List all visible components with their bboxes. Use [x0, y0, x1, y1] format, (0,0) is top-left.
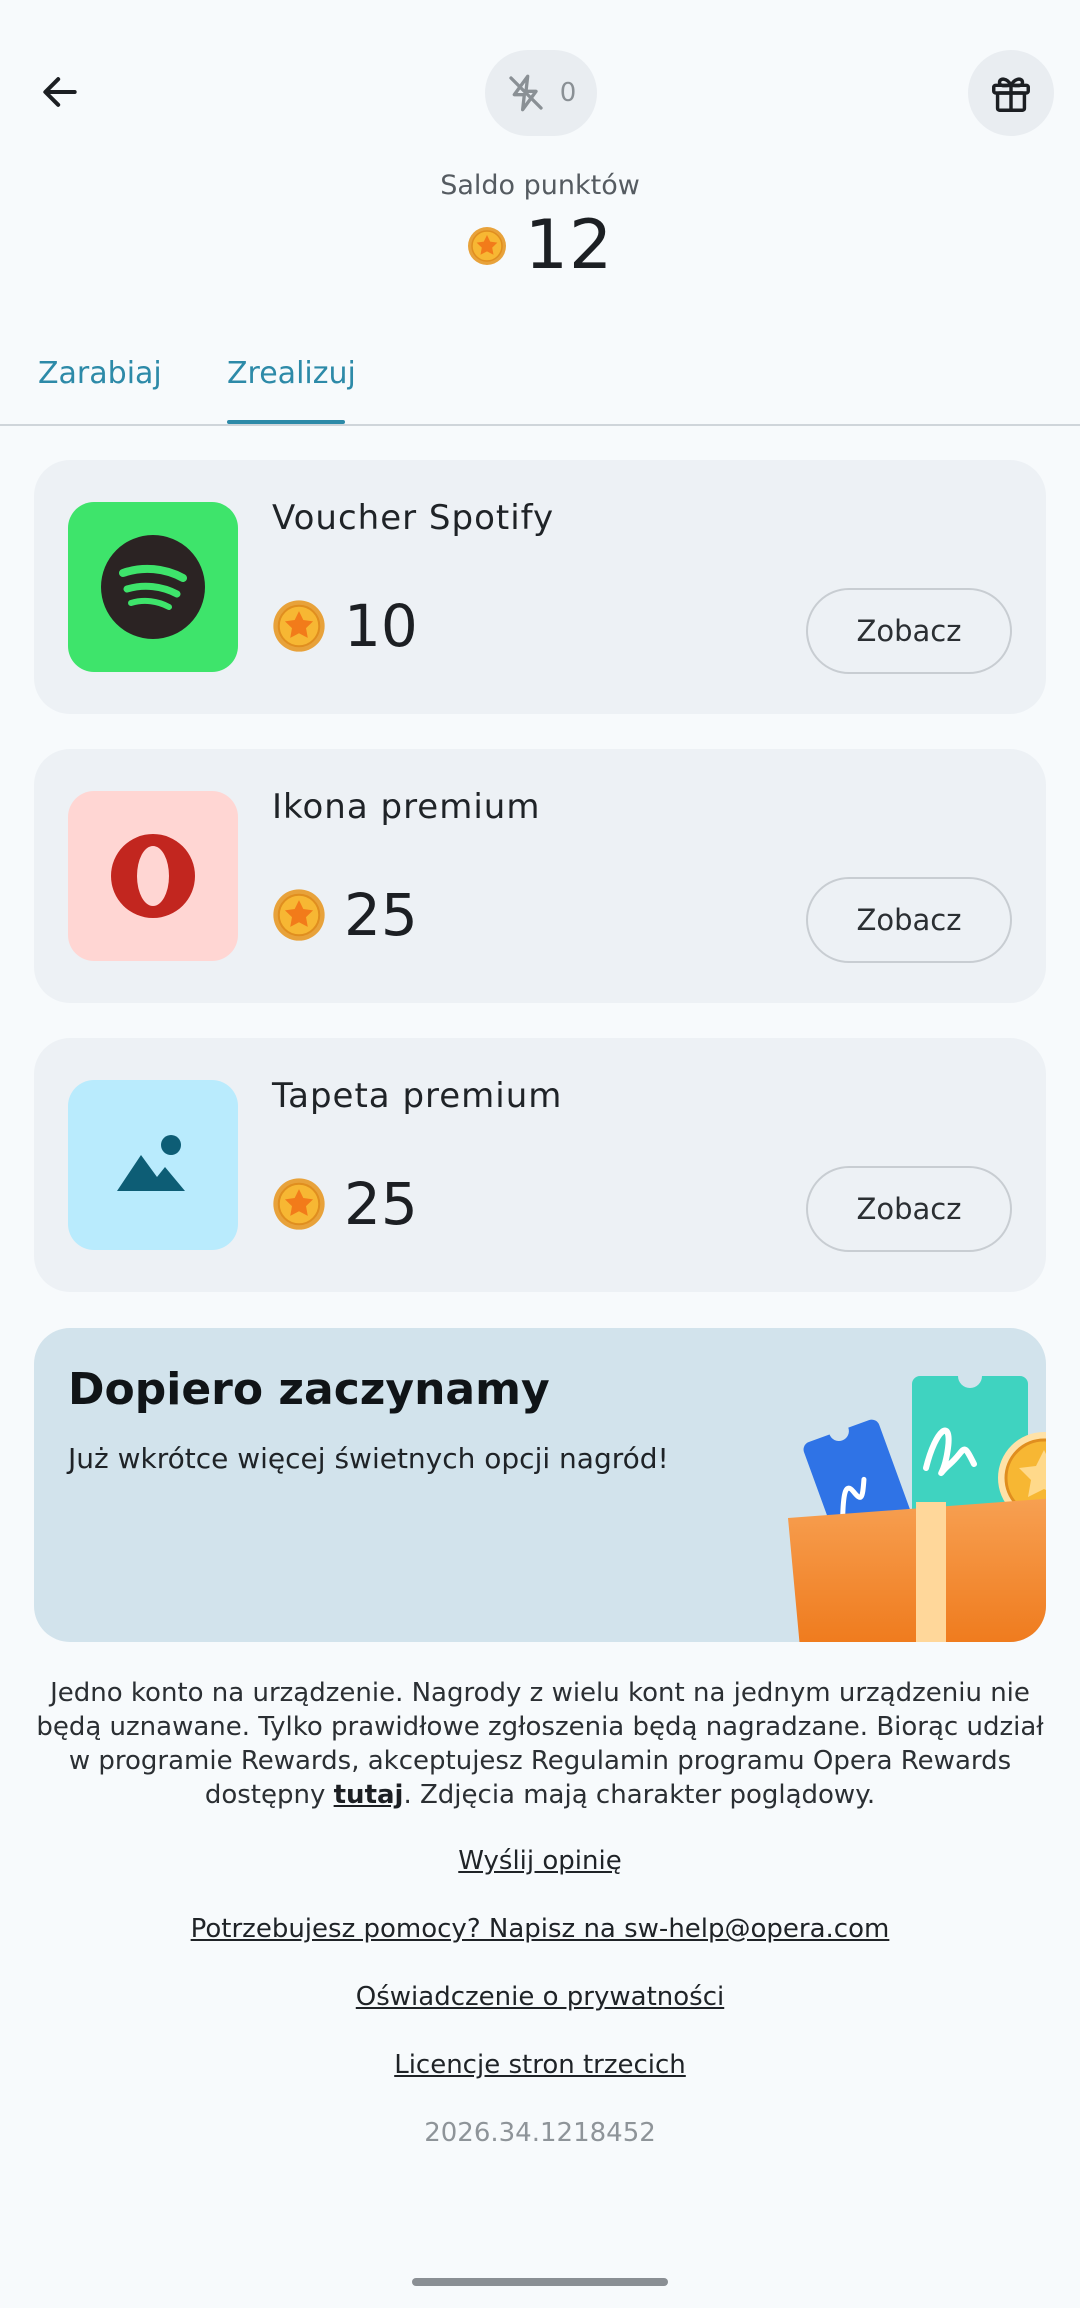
coin-star-icon [467, 226, 506, 265]
privacy-link[interactable]: Oświadczenie o prywatności [0, 1982, 1080, 2012]
spotify-icon [101, 535, 205, 639]
help-link[interactable]: Potrzebujesz pomocy? Napisz na sw-help@o… [0, 1914, 1080, 1944]
reward-price-value: 25 [344, 1170, 418, 1238]
reward-title: Voucher Spotify [272, 498, 555, 538]
view-button[interactable]: Zobacz [806, 877, 1012, 963]
promo-banner: Dopiero zaczynamy Już wkrótce więcej świ… [34, 1328, 1046, 1642]
reward-title: Ikona premium [272, 787, 541, 827]
disclaimer-text-part: . Zdjęcia mają charakter poglądowy. [403, 1780, 876, 1810]
flash-off-icon [509, 74, 543, 112]
disclaimer-text: Jedno konto na urządzenie. Nagrody z wie… [36, 1676, 1044, 1812]
landscape-image-icon [117, 1135, 185, 1191]
reward-title: Tapeta premium [272, 1076, 563, 1116]
reward-price-value: 25 [344, 881, 418, 949]
gift-icon [992, 77, 1030, 112]
streak-count: 0 [559, 78, 577, 108]
gift-box-vouchers-illustration [788, 1368, 1046, 1642]
coin-star-icon [273, 889, 325, 941]
terms-link[interactable]: tutaj [334, 1780, 404, 1810]
view-button[interactable]: Zobacz [806, 1166, 1012, 1252]
promo-text: Już wkrótce więcej świetnych opcji nagró… [68, 1442, 669, 1475]
reward-card-premium-wallpaper[interactable]: Tapeta premium 25 Zobacz [34, 1038, 1046, 1292]
reward-card-premium-icon[interactable]: Ikona premium 25 Zobacz [34, 749, 1046, 1003]
reward-card-spotify[interactable]: Voucher Spotify 10 Zobacz [34, 460, 1046, 714]
reward-price: 10 [272, 592, 418, 660]
balance-value: 12 [524, 206, 614, 285]
reward-tile [68, 791, 238, 961]
back-button[interactable] [26, 58, 94, 126]
reward-tile [68, 1080, 238, 1250]
reward-price: 25 [272, 1170, 418, 1238]
tab-bar: Zarabiaj Zrealizuj [0, 340, 1080, 426]
reward-price-value: 10 [344, 592, 418, 660]
reward-tile [68, 502, 238, 672]
opera-icon [111, 834, 195, 918]
promo-title: Dopiero zaczynamy [68, 1364, 550, 1415]
licenses-link[interactable]: Licencje stron trzecich [0, 2050, 1080, 2080]
reward-price: 25 [272, 881, 418, 949]
home-indicator[interactable] [412, 2278, 668, 2286]
tab-earn[interactable]: Zarabiaj [38, 356, 162, 391]
gift-button[interactable] [968, 50, 1054, 136]
streak-counter[interactable]: 0 [485, 50, 597, 136]
view-button[interactable]: Zobacz [806, 588, 1012, 674]
balance-display: 12 [0, 206, 1080, 285]
balance-label: Saldo punktów [440, 170, 640, 201]
version-text: 2026.34.1218452 [424, 2118, 656, 2148]
arrow-left-icon [43, 77, 77, 107]
tab-selected-indicator [227, 420, 345, 424]
tab-redeem[interactable]: Zrealizuj [227, 356, 356, 391]
coin-star-icon [273, 1178, 325, 1230]
coin-star-icon [273, 600, 325, 652]
rewards-page: 0 Saldo punktów 12 Zarabiaj Zrealizuj Vo… [0, 0, 1080, 2308]
feedback-link[interactable]: Wyślij opinię [0, 1846, 1080, 1876]
